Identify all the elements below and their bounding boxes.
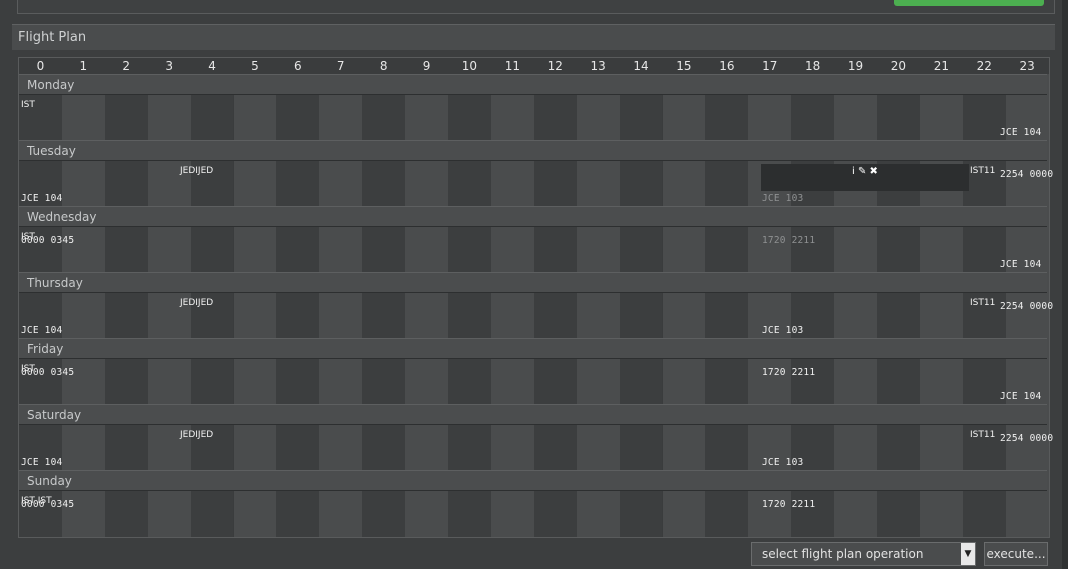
section-title: Flight Plan <box>18 30 87 45</box>
hour-label: 13 <box>590 59 606 73</box>
flight-code: JCE 104 <box>21 457 63 468</box>
hour-label: 1 <box>79 59 88 73</box>
day-row-monday: IST JCE 104 2254 0000 <box>19 96 1053 180</box>
day-label-monday: Monday <box>19 74 1047 95</box>
ist-label: IST11 <box>970 298 996 308</box>
day-label-tuesday: Tuesday <box>19 140 1047 161</box>
flight-code: JCE 104 <box>1000 391 1042 402</box>
section-header: Flight Plan <box>12 24 1055 50</box>
flight-plan-operation-select[interactable]: select flight plan operation ▼ <box>751 542 976 566</box>
overlap-label: JEDIJED <box>180 430 214 440</box>
ist-label: IST <box>21 100 35 110</box>
hour-label: 2 <box>122 59 131 73</box>
ist-label: IST <box>21 232 35 242</box>
operation-toolbar: select flight plan operation ▼ execute..… <box>12 539 1055 569</box>
day-row-sunday: IST IST <box>19 492 1049 536</box>
day-label-friday: Friday <box>19 338 1047 359</box>
overlap-label: JEDIJED <box>180 298 214 308</box>
flight-code: JCE 103 <box>762 193 804 204</box>
page-scrollbar[interactable] <box>1062 0 1068 569</box>
day-row-friday: IST JCE 104 2254 0000 <box>19 360 1053 444</box>
execute-button[interactable]: execute... <box>984 542 1048 566</box>
hour-label: 6 <box>294 59 302 73</box>
ist-label: IST11 <box>970 430 996 440</box>
flight-code: JCE 104 <box>21 193 63 204</box>
hour-label: 9 <box>422 59 431 73</box>
hour-label: 15 <box>676 59 692 73</box>
hour-label: 0 <box>36 59 45 73</box>
hour-label: 17 <box>762 59 778 73</box>
day-label-saturday: Saturday <box>19 404 1047 425</box>
day-label-thursday: Thursday <box>19 272 1047 293</box>
hour-label: 21 <box>933 59 949 73</box>
hour-label: 16 <box>719 59 735 73</box>
hour-label: 23 <box>1019 59 1035 73</box>
hour-label: 11 <box>504 59 520 73</box>
ist-label: IST IST <box>21 496 52 506</box>
overlap-label: JEDIJED <box>180 166 214 176</box>
hour-label: 22 <box>976 59 992 73</box>
hour-label: 19 <box>847 59 864 73</box>
chevron-down-icon[interactable]: ▼ <box>961 543 975 565</box>
day-row-wednesday: IST JCE 104 2254 0000 <box>19 228 1053 312</box>
ist-label: IST11 <box>970 166 996 176</box>
day-label-sunday: Sunday <box>19 470 1047 491</box>
flight-action-icons[interactable]: i ✎ ✖ <box>852 166 878 177</box>
hour-label: 7 <box>336 59 345 73</box>
top-green-button[interactable] <box>894 0 1044 6</box>
ist-label: IST <box>21 364 35 374</box>
hour-label: 3 <box>165 59 173 73</box>
hour-label: 14 <box>633 59 649 73</box>
hour-label: 18 <box>804 59 821 73</box>
flight-code: JCE 104 <box>21 325 63 336</box>
hour-label: 20 <box>890 59 907 73</box>
flight-code: JCE 103 <box>762 325 804 336</box>
day-row-tuesday: JCE 104 0000 0345 JEDIJED JCE 103 1720 2… <box>19 162 1049 246</box>
flight-code: JCE 103 <box>762 457 804 468</box>
flight-plan-grid: 0 1 2 3 4 5 6 7 8 9 10 11 12 13 14 15 16 17 18 19 20 21 22 23 M… <box>18 57 1053 538</box>
top-panel <box>17 0 1055 14</box>
day-label-wednesday: Wednesday <box>19 206 1047 227</box>
hour-label: 5 <box>251 59 259 73</box>
day-row-thursday: JCE 104 0000 0345 JEDIJED JCE 103 1720 2… <box>19 294 1049 378</box>
hour-label: 4 <box>208 59 216 73</box>
hour-label: 12 <box>547 59 563 73</box>
hour-label: 8 <box>379 59 388 73</box>
hour-label: 10 <box>461 59 478 73</box>
flight-code: JCE 104 <box>1000 259 1042 270</box>
select-label: select flight plan operation <box>762 547 924 561</box>
hours-header: 0 1 2 3 4 5 6 7 8 9 10 11 12 13 14 15 16 17 18 19 20 21 22 23 <box>19 58 1049 74</box>
day-row-saturday: JCE 104 0000 0345 JEDIJED JCE 103 1720 2… <box>19 426 1049 510</box>
flight-code: JCE 104 <box>1000 127 1042 138</box>
